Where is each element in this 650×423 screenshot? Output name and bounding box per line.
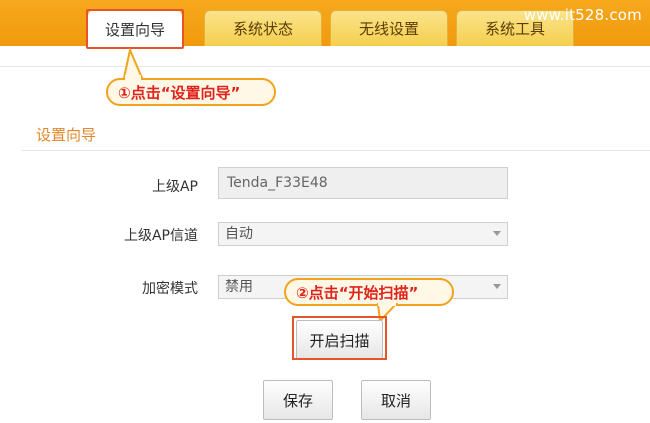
- tab-system-status[interactable]: 系统状态: [204, 10, 322, 46]
- save-button[interactable]: 保存: [263, 380, 333, 420]
- tab-setup-wizard[interactable]: 设置向导: [88, 10, 182, 48]
- start-scan-button[interactable]: 开启扫描: [296, 320, 383, 360]
- callout-step1: ①点击“设置向导”: [106, 78, 276, 106]
- divider: [0, 66, 650, 67]
- section-title: 设置向导: [36, 126, 97, 144]
- section-divider: [22, 150, 650, 151]
- tab-label: 设置向导: [104, 21, 165, 39]
- upstream-channel-label: 上级AP信道: [123, 228, 198, 244]
- callout-step2-text: ②点击“开始扫描”: [296, 283, 419, 302]
- upstream-ap-field[interactable]: Tenda_F33E48: [218, 167, 508, 199]
- callout-step1-text: ①点击“设置向导”: [118, 83, 241, 102]
- encryption-value: 禁用: [225, 279, 253, 295]
- watermark: www.it528.com: [523, 6, 642, 24]
- encryption-label: 加密模式: [142, 281, 198, 297]
- cancel-button[interactable]: 取消: [361, 380, 431, 420]
- top-nav-bar: 设置向导 系统状态 无线设置 系统工具 www.it528.com: [0, 0, 650, 48]
- upstream-channel-value: 自动: [225, 226, 253, 242]
- tab-wireless-settings[interactable]: 无线设置: [330, 10, 448, 46]
- tab-label: 无线设置: [358, 20, 419, 38]
- upstream-channel-select[interactable]: 自动: [218, 222, 508, 246]
- tab-label: 系统状态: [232, 20, 293, 38]
- chevron-down-icon: [493, 284, 501, 289]
- upstream-ap-label: 上级AP: [151, 179, 198, 195]
- callout-step1-pointer: [122, 48, 144, 80]
- callout-step2: ②点击“开始扫描”: [284, 278, 454, 306]
- chevron-down-icon: [493, 231, 501, 236]
